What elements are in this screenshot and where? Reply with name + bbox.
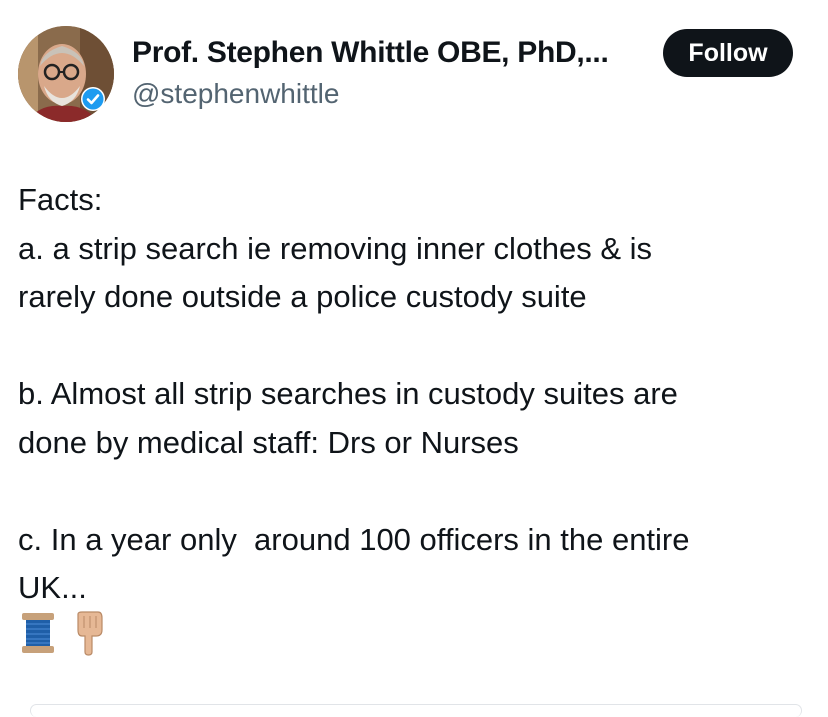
- follow-button[interactable]: Follow: [663, 29, 793, 77]
- pointing-down-hand-icon: [77, 611, 103, 656]
- spool-of-thread-icon: [22, 613, 54, 653]
- verified-badge-icon: [81, 87, 105, 111]
- tweet-header: Prof. Stephen Whittle OBE, PhD,... @step…: [18, 26, 808, 122]
- tweet-line: Facts:: [18, 182, 103, 217]
- tweet-line: b. Almost all strip searches in custody …: [18, 376, 678, 411]
- author-name[interactable]: Prof. Stephen Whittle OBE, PhD,...: [132, 36, 609, 70]
- tweet-line: UK...: [18, 570, 87, 605]
- author-handle[interactable]: @stephenwhittle: [132, 78, 339, 110]
- tweet-line: rarely done outside a police custody sui…: [18, 279, 587, 314]
- tweet-card: Prof. Stephen Whittle OBE, PhD,... @step…: [0, 0, 828, 717]
- tweet-text: Facts: a. a strip search ie removing inn…: [18, 176, 813, 613]
- tweet-line: a. a strip search ie removing inner clot…: [18, 230, 653, 266]
- tweet-line: done by medical staff: Drs or Nurses: [18, 424, 519, 460]
- emoji-row: [20, 610, 106, 656]
- tweet-line: c. In a year only around 100 officers in…: [18, 521, 690, 557]
